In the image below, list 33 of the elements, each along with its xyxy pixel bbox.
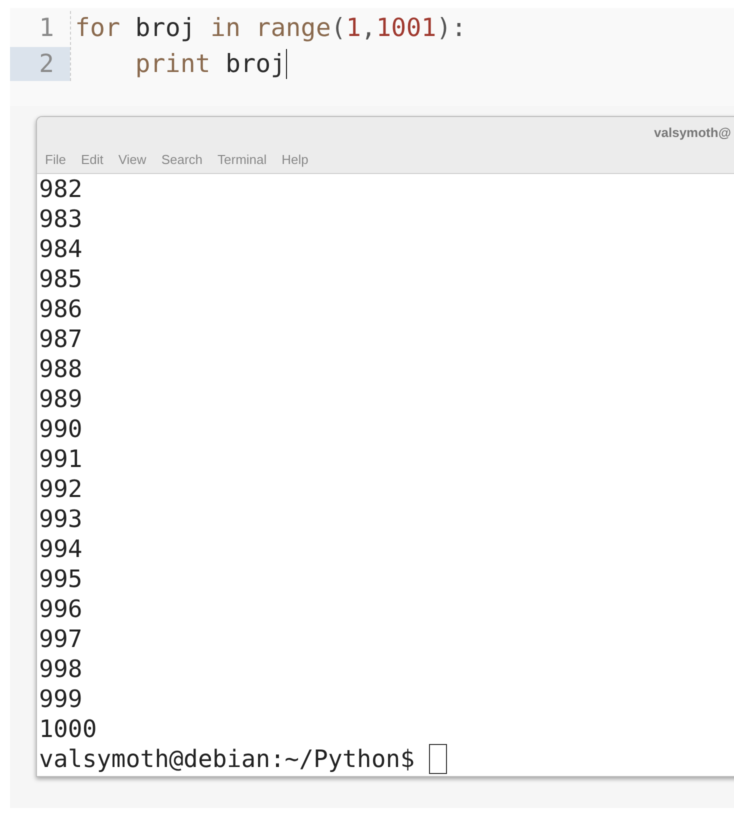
output-line: 997: [39, 624, 82, 654]
output-line: 987: [39, 324, 82, 354]
output-line: 998: [39, 654, 82, 684]
output-line: 983: [39, 204, 82, 234]
output-line: 994: [39, 534, 82, 564]
output-line: 985: [39, 264, 82, 294]
menu-item[interactable]: Edit: [80, 150, 104, 170]
menu-item[interactable]: Terminal: [218, 150, 267, 170]
line-number: 2: [10, 47, 70, 81]
output-line: 990: [39, 414, 82, 444]
menu-item[interactable]: Search: [161, 150, 203, 170]
menu-item[interactable]: View: [118, 150, 146, 170]
window-title: valsymoth@: [654, 124, 731, 142]
menu-item[interactable]: Help: [282, 150, 308, 170]
text-cursor: [286, 49, 287, 79]
block-cursor: [428, 744, 447, 774]
output-line: 993: [39, 504, 82, 534]
code-line: print broj: [134, 48, 287, 81]
output-line: 986: [39, 294, 82, 324]
output-line: 991: [39, 444, 82, 474]
code-line: for broj in range(1,1001):: [75, 12, 466, 44]
output-line: 982: [39, 174, 82, 204]
menu-item[interactable]: File: [45, 150, 66, 170]
output-line: 1000: [39, 714, 97, 744]
output-line: 992: [39, 474, 82, 504]
output-line: 988: [39, 354, 82, 384]
output-line: 984: [39, 234, 82, 264]
output-line: 995: [39, 564, 82, 594]
output-line: 999: [39, 684, 82, 714]
output-line: 989: [39, 384, 82, 414]
shell-prompt: valsymoth@debian:~/Python$: [39, 744, 415, 774]
output-line: 996: [39, 594, 82, 624]
line-number: 1: [38, 12, 55, 44]
